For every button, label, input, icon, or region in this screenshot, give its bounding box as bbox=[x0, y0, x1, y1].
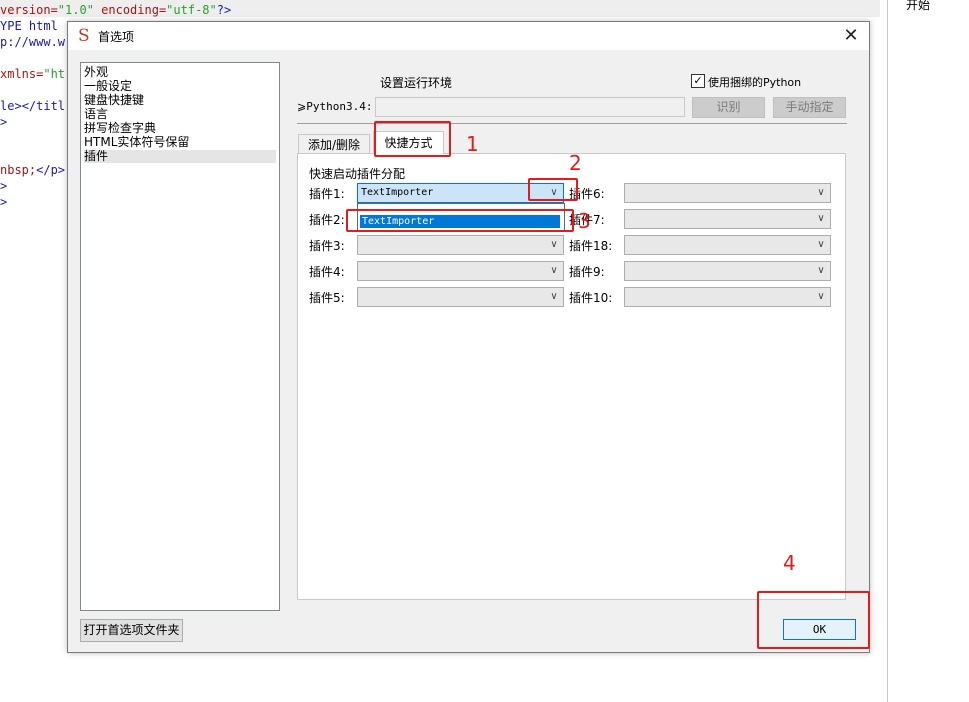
code-line: le></titl bbox=[0, 98, 65, 114]
category-item[interactable]: 语言 bbox=[84, 108, 276, 121]
code-token: p://www.w bbox=[0, 35, 66, 49]
dialog-titlebar[interactable]: S 首选项 ✕ bbox=[68, 22, 869, 50]
code-token: "ht bbox=[43, 67, 66, 81]
plugin-slot-combobox[interactable]: ∨ bbox=[357, 235, 564, 255]
category-item[interactable]: 拼写检查字典 bbox=[84, 122, 276, 135]
code-token: ?> bbox=[216, 3, 232, 17]
category-item[interactable]: 一般设定 bbox=[84, 80, 276, 93]
category-item[interactable]: 插件 bbox=[84, 150, 276, 163]
plugin-slot-label: 插件1: bbox=[309, 187, 345, 201]
plugin-slot-label: 插件2: bbox=[309, 213, 345, 227]
annotation-box-4 bbox=[757, 591, 870, 649]
preferences-dialog: S 首选项 ✕ 外观 一般设定 键盘快捷键 语言 拼写检查字典 HTML实体符号保留 插件 … bbox=[67, 21, 870, 653]
python-version-label: ⩾Python3.4: bbox=[297, 100, 373, 113]
plugin-slot-combobox[interactable]: ∨ bbox=[357, 287, 564, 307]
plugin-slot-label: 插件10: bbox=[569, 291, 613, 305]
code-line: version="1.0" encoding="utf-8"?> bbox=[0, 2, 231, 18]
plugin-slot-label: 插件9: bbox=[569, 265, 605, 279]
plugin-slot-combobox[interactable]: ∨ bbox=[624, 287, 831, 307]
plugin-slot-label: 插件5: bbox=[309, 291, 345, 305]
plugin-slot-label: 插件18: bbox=[569, 239, 613, 253]
python-path-field[interactable] bbox=[375, 97, 685, 117]
code-token: le> bbox=[0, 99, 22, 113]
code-line: > bbox=[0, 178, 7, 194]
category-item[interactable]: HTML实体符号保留 bbox=[84, 136, 276, 149]
code-token: version= bbox=[0, 3, 58, 17]
annotation-number-2: 2 bbox=[569, 151, 582, 175]
plugin-slot-combobox[interactable]: ∨ bbox=[624, 209, 831, 229]
code-token: YPE html bbox=[0, 19, 58, 33]
use-bundled-python-label: 使用捆绑的Python bbox=[708, 76, 802, 89]
plugin-slot-label: 插件3: bbox=[309, 239, 345, 253]
identify-button[interactable]: 识别 bbox=[692, 97, 765, 118]
chevron-down-icon[interactable]: ∨ bbox=[815, 289, 827, 305]
chevron-down-icon[interactable]: ∨ bbox=[548, 237, 560, 253]
annotation-box-2 bbox=[528, 178, 578, 201]
code-token: "utf-8" bbox=[166, 3, 217, 17]
open-preferences-folder-button[interactable]: 打开首选项文件夹 bbox=[80, 619, 183, 642]
manual-specify-button[interactable]: 手动指定 bbox=[773, 97, 846, 118]
app-logo-icon: S bbox=[78, 26, 90, 46]
runtime-env-label: 设置运行环境 bbox=[380, 76, 453, 90]
category-item[interactable]: 外观 bbox=[84, 66, 276, 79]
close-button[interactable]: ✕ bbox=[838, 24, 864, 48]
code-line: YPE html bbox=[0, 18, 58, 34]
plugin-slot-label: 插件4: bbox=[309, 265, 345, 279]
code-token: > bbox=[0, 115, 8, 129]
category-list[interactable]: 外观 一般设定 键盘快捷键 语言 拼写检查字典 HTML实体符号保留 插件 bbox=[80, 62, 280, 611]
plugin-slot-combobox[interactable]: ∨ bbox=[624, 261, 831, 281]
annotation-box-1 bbox=[374, 121, 451, 157]
dialog-title: 首选项 bbox=[98, 30, 135, 44]
plugin-slot-combobox[interactable]: ∨ bbox=[624, 235, 831, 255]
code-line: xmlns="ht bbox=[0, 66, 65, 82]
code-token: nbsp; bbox=[0, 163, 37, 177]
code-line: > bbox=[0, 194, 7, 210]
code-token: encoding= bbox=[93, 3, 167, 17]
panel-divider bbox=[887, 0, 888, 702]
chevron-down-icon[interactable]: ∨ bbox=[548, 263, 560, 279]
chevron-down-icon[interactable]: ∨ bbox=[815, 263, 827, 279]
code-token: xmlns= bbox=[0, 67, 44, 81]
code-token: > bbox=[0, 179, 8, 193]
code-line: nbsp;</p> bbox=[0, 162, 65, 178]
chevron-down-icon[interactable]: ∨ bbox=[815, 237, 827, 253]
code-token: > bbox=[0, 195, 8, 209]
plugin-slot-value: TextImporter bbox=[361, 187, 434, 198]
code-line: > bbox=[0, 114, 7, 130]
plugin-slot-combobox[interactable]: ∨ bbox=[624, 183, 831, 203]
annotation-number-3: 3 bbox=[578, 209, 591, 233]
chevron-down-icon[interactable]: ∨ bbox=[815, 185, 827, 201]
code-token: </titl bbox=[21, 99, 66, 113]
code-token: "1.0" bbox=[57, 3, 94, 17]
chevron-down-icon[interactable]: ∨ bbox=[815, 211, 827, 227]
category-item[interactable]: 键盘快捷键 bbox=[84, 94, 276, 107]
right-panel-label: 开始 bbox=[906, 0, 931, 12]
code-line: p://www.w bbox=[0, 34, 65, 50]
chevron-down-icon[interactable]: ∨ bbox=[548, 289, 560, 305]
plugin-slot-combobox[interactable]: ∨ bbox=[357, 261, 564, 281]
annotation-box-3 bbox=[346, 209, 574, 232]
tab-add-remove[interactable]: 添加/删除 bbox=[298, 134, 370, 154]
annotation-number-1: 1 bbox=[466, 132, 479, 156]
annotation-number-4: 4 bbox=[783, 551, 796, 575]
quick-launch-label: 快速启动插件分配 bbox=[309, 167, 406, 181]
code-token: </p> bbox=[36, 163, 66, 177]
use-bundled-python-checkbox[interactable]: ✓ bbox=[691, 74, 705, 88]
